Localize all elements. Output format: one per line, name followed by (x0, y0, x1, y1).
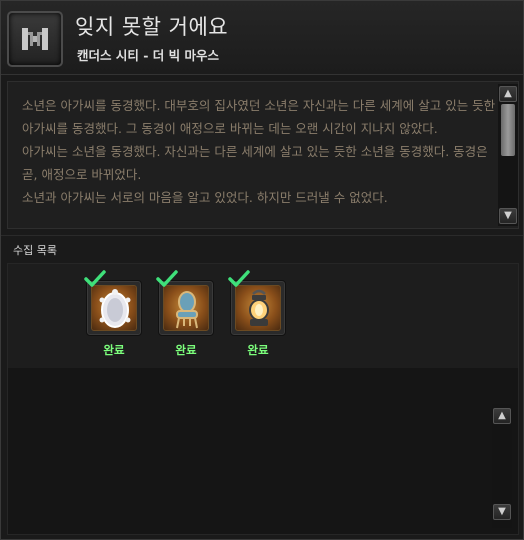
page-title: 잊지 못할 거에요 (75, 15, 229, 39)
item-slot[interactable] (86, 280, 142, 336)
scroll-up-button[interactable]: ▲ (493, 408, 511, 424)
collection-list-label: 수집 목록 (13, 244, 57, 257)
scroll-thumb[interactable] (501, 104, 515, 156)
collection-items: 완료 완료 완료 (8, 264, 518, 368)
complete-status: 완료 (103, 343, 125, 357)
header: 잊지 못할 거에요 캔더스 시티 - 더 빅 마우스 (1, 1, 523, 75)
item-slot[interactable] (230, 280, 286, 336)
check-icon (84, 270, 106, 287)
lantern-icon (235, 285, 281, 331)
scroll-up-button[interactable]: ▲ (499, 86, 517, 102)
gate-emblem-icon (7, 11, 63, 67)
scroll-down-button[interactable]: ▼ (499, 208, 517, 224)
description-text: 소년은 아가씨를 동경했다. 대부호의 집사였던 소년은 자신과는 다른 세계에… (22, 98, 496, 205)
chevron-up-icon: ▲ (498, 410, 506, 421)
chevron-down-icon: ▼ (504, 210, 512, 221)
check-icon (156, 270, 178, 287)
description-scrollbar[interactable]: ▲ ▼ (498, 84, 518, 226)
item-slot[interactable] (158, 280, 214, 336)
reward-area: ▲ ▼ (8, 368, 518, 534)
complete-status: 완료 (175, 343, 197, 357)
reward-scrollbar[interactable]: ▲ ▼ (492, 404, 512, 528)
scroll-down-button[interactable]: ▼ (493, 504, 511, 520)
ornate-mirror-icon (91, 285, 137, 331)
divider (1, 235, 523, 236)
collection-panel: 완료 완료 완료 ▲ ▼ (7, 263, 519, 535)
complete-status: 완료 (247, 343, 269, 357)
description-box: 소년은 아가씨를 동경했다. 대부호의 집사였던 소년은 자신과는 다른 세계에… (7, 81, 519, 229)
collection-window: 잊지 못할 거에요 캔더스 시티 - 더 빅 마우스 소년은 아가씨를 동경했다… (0, 0, 524, 540)
location-subtitle: 캔더스 시티 - 더 빅 마우스 (77, 48, 219, 63)
antique-chair-icon (163, 285, 209, 331)
check-icon (228, 270, 250, 287)
chevron-down-icon: ▼ (498, 506, 506, 517)
chevron-up-icon: ▲ (504, 88, 512, 99)
